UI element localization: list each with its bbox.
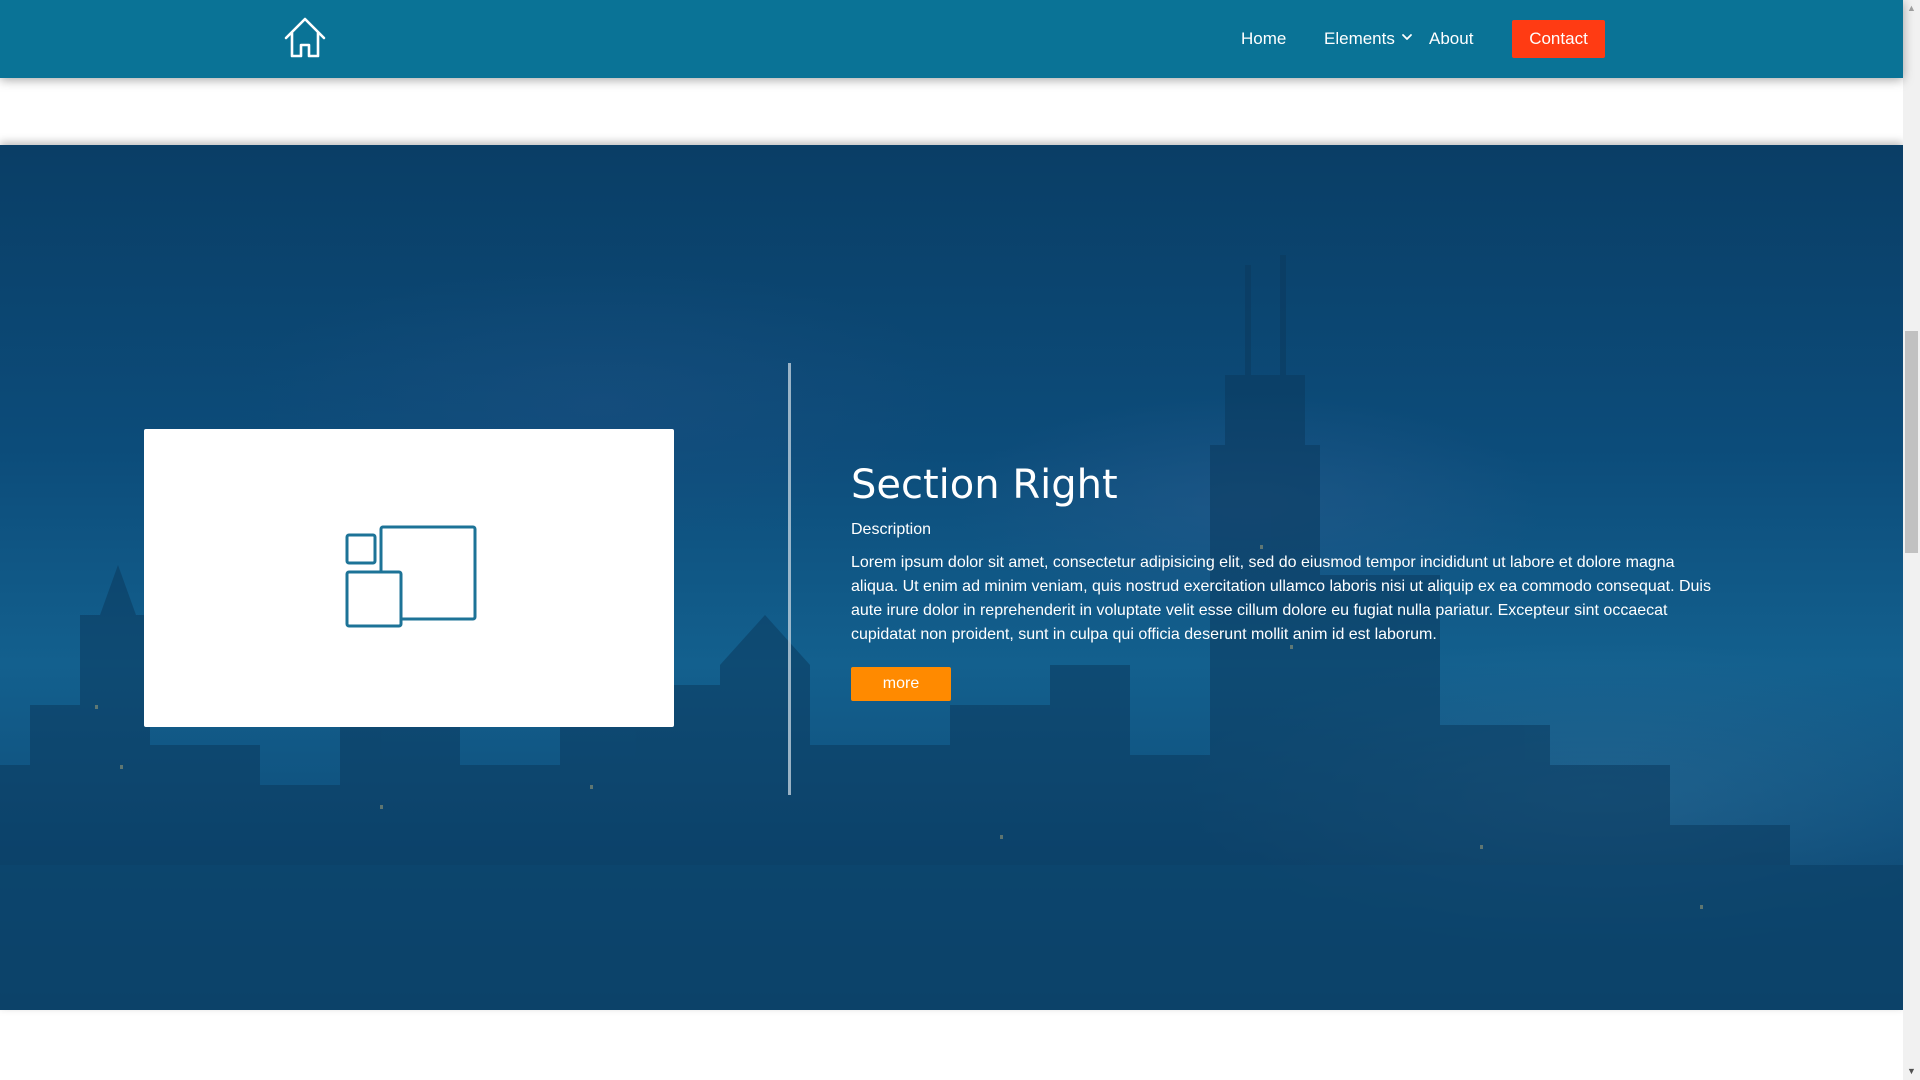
chevron-down-icon[interactable] bbox=[1400, 30, 1414, 44]
scroll-down-arrow-icon[interactable]: ▼ bbox=[1903, 1063, 1920, 1080]
section-subtitle: Description bbox=[851, 521, 932, 538]
home-logo-link[interactable] bbox=[282, 16, 328, 60]
navbar: Home Elements About Contact bbox=[0, 0, 1903, 78]
home-icon bbox=[284, 17, 326, 58]
section-title: Section Right bbox=[851, 462, 1118, 508]
nav-home-link[interactable]: Home bbox=[1241, 29, 1286, 49]
vertical-divider bbox=[788, 363, 791, 795]
section-body-text: Lorem ipsum dolor sit amet, consectetur … bbox=[851, 554, 1711, 643]
page: Home Elements About Contact Section Righ… bbox=[0, 0, 1920, 1080]
image-placeholder-card bbox=[144, 429, 674, 727]
hero-section: Section Right Description Lorem ipsum do… bbox=[0, 145, 1903, 1010]
more-button[interactable]: more bbox=[851, 667, 951, 701]
nav-about-link[interactable]: About bbox=[1429, 29, 1473, 49]
image-placeholder-icon bbox=[345, 525, 477, 628]
nav-elements-link[interactable]: Elements bbox=[1324, 29, 1395, 49]
scrollbar-thumb[interactable] bbox=[1905, 331, 1918, 553]
vertical-scrollbar[interactable]: ▲ ▼ bbox=[1903, 0, 1920, 1080]
contact-button[interactable]: Contact bbox=[1512, 20, 1605, 58]
scroll-up-arrow-icon[interactable]: ▲ bbox=[1903, 0, 1920, 17]
